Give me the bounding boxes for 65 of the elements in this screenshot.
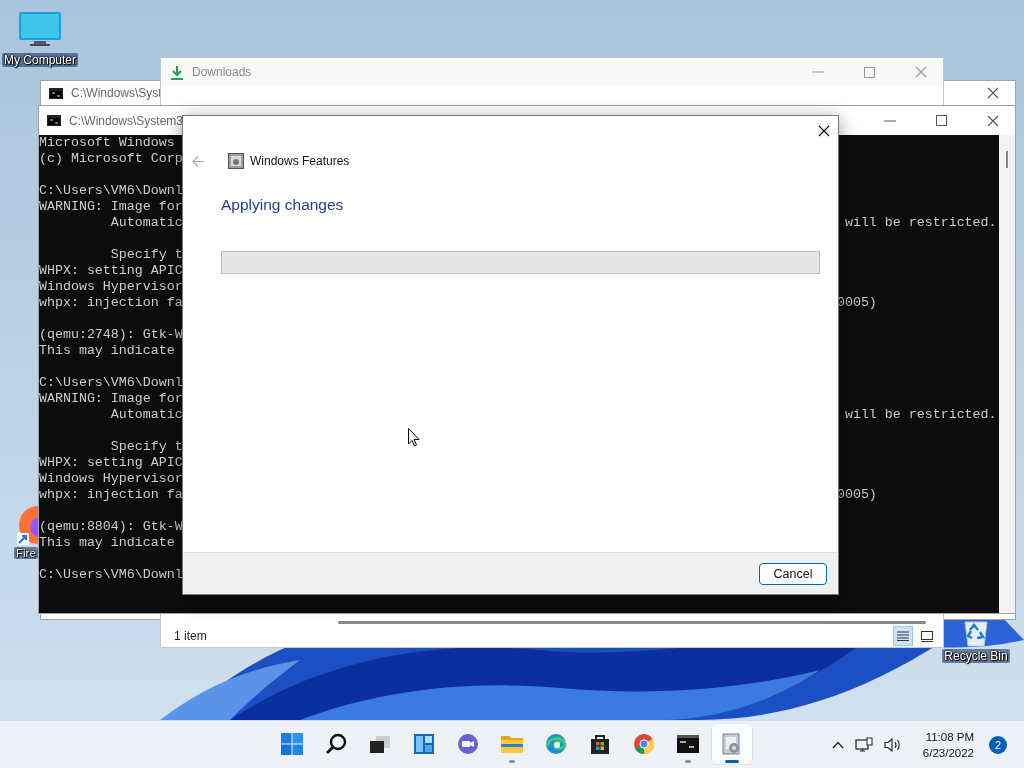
console-line: (c) Microsoft Corp [39,151,183,166]
console-line: C:\Users\VM6\Downl [39,375,183,390]
status-text: 1 item [174,629,207,643]
folder-icon [500,734,524,754]
start-icon [281,733,303,755]
widgets-icon [413,733,435,755]
network-icon[interactable] [854,736,873,753]
chevron-up-icon[interactable] [831,740,844,749]
console-line: 0005) [836,295,877,311]
console-line: C:\Users\VM6\Downl [39,567,183,582]
window-title: C:\Windows\Syst [71,86,162,100]
console-icon [49,87,63,99]
console-line: Windows Hypervisor [39,279,183,294]
list-icon [897,631,909,641]
window-icon [921,630,933,642]
cursor-icon [408,428,420,447]
volume-icon[interactable] [883,736,902,753]
console-line: Automatic [109,215,183,230]
clock-date[interactable]: 6/23/2022 [922,744,974,761]
search-icon [325,733,347,755]
cancel-button[interactable]: Cancel [759,562,827,585]
maximize-icon[interactable] [936,115,947,126]
window-title: Downloads [192,65,252,79]
console-line: WHPX: setting APIC [39,455,183,470]
desktop-icon-label[interactable]: Recycle Bin [942,649,1010,663]
console-line: This may indicate [39,535,175,550]
console-line: Microsoft Windows [39,135,175,150]
console-line: Specify t [109,247,183,262]
notification-badge[interactable]: 2 [989,735,1007,754]
clock-time[interactable]: 11:08 PM [925,728,974,745]
details-view-button[interactable] [893,626,913,646]
scrollbar[interactable] [999,135,1015,613]
console-line: WARNING: Image for [39,391,183,406]
close-icon[interactable] [987,87,999,99]
features-icon [721,732,743,756]
console-line: 0005) [836,487,877,503]
console-line: WARNING: Image for [39,199,183,214]
console-line: whpx: injection fa [39,295,183,310]
console-line: (qemu:8804): Gtk-W [39,519,183,534]
console-line: Automatic [109,407,183,422]
console-line: Windows Hypervisor [39,471,183,486]
console-line: will be restricted. [843,407,997,423]
console-line: Specify t [109,439,183,454]
features-icon [228,153,244,169]
dialog-heading: Applying changes [221,196,345,214]
edge-icon [545,733,567,755]
console-icon [47,115,61,126]
desktop-icon-label[interactable]: My Computer [2,53,78,67]
close-icon[interactable] [818,125,830,137]
dialog-title: Windows Features [250,154,350,168]
console-line: C:\Users\VM6\Downl [39,183,183,198]
console-line: will be restricted. [843,215,997,231]
console-line: whpx: injection fa [39,487,183,502]
window-title: C:\Windows\System3 [69,113,184,128]
scrollbar[interactable] [338,621,926,624]
chrome-icon [633,733,655,755]
console-line: (qemu:2748): Gtk-W [39,327,183,342]
video-chat-icon [456,733,480,755]
terminal-icon [677,735,699,753]
shopping-bag-icon [590,733,610,755]
download-icon [170,64,184,80]
console-line: This may indicate [39,343,175,358]
task-view-icon [369,734,391,754]
console-line: WHPX: setting APIC [39,263,183,278]
close-icon[interactable] [987,114,999,127]
